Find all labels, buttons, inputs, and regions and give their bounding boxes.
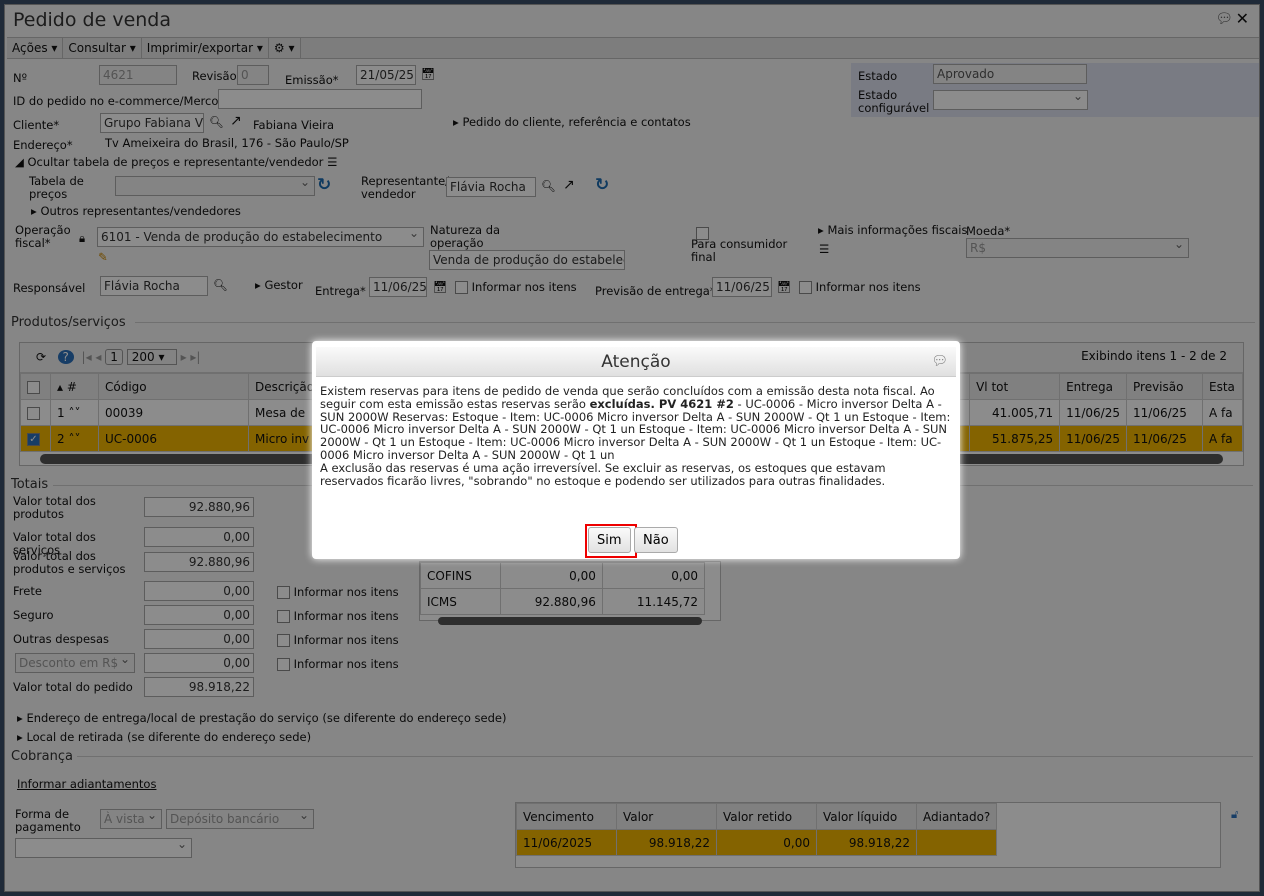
message-warning: A exclusão das reservas é uma ação irrev… bbox=[320, 460, 886, 488]
dialog-title: Atenção bbox=[601, 352, 671, 372]
yes-button[interactable]: Sim bbox=[588, 527, 631, 553]
dialog-message: Existem reservas para itens de pedido de… bbox=[312, 377, 960, 495]
no-button[interactable]: Não bbox=[634, 527, 678, 553]
chat-icon[interactable]: 💬︎ bbox=[931, 347, 948, 377]
attention-dialog: Atenção 💬︎ Existem reservas para itens de… bbox=[312, 341, 960, 559]
